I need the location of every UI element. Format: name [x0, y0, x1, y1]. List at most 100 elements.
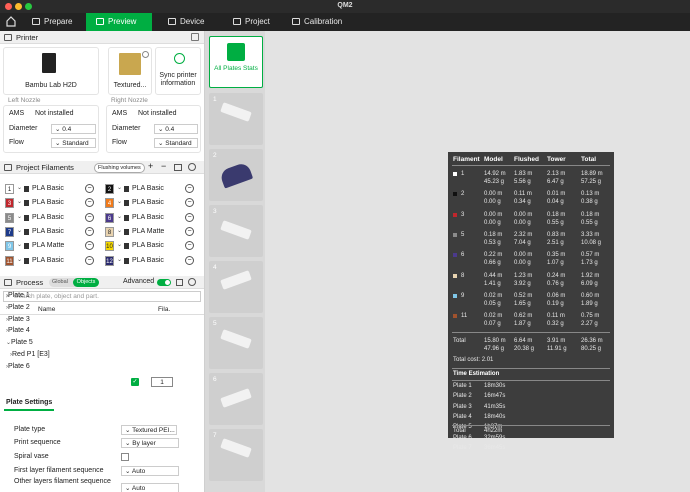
gear-icon[interactable]: [188, 163, 196, 171]
plate-thumbnail[interactable]: 4: [209, 261, 263, 313]
plate-thumbnail[interactable]: 7: [209, 429, 263, 481]
filament-row[interactable]: 2 ⌄ PLA Basic −: [103, 183, 199, 195]
plate-thumbnail[interactable]: 6: [209, 373, 263, 425]
filament-row[interactable]: 7 ⌄ PLA Basic −: [3, 226, 99, 238]
tree-plate-item[interactable]: ›Plate 6: [6, 363, 30, 370]
tab-calibration[interactable]: Calibration: [292, 13, 352, 31]
tab-preview[interactable]: Preview: [86, 13, 152, 31]
remove-filament-button[interactable]: −: [85, 255, 94, 265]
filament-row[interactable]: 11 ⌄ PLA Basic −: [3, 255, 99, 267]
filament-color-swatch[interactable]: 7: [5, 226, 14, 237]
process-toggle[interactable]: Global Objects: [49, 278, 99, 287]
printer-section-header[interactable]: Printer: [0, 31, 204, 44]
chevron-down-icon[interactable]: ⌄: [17, 184, 22, 191]
all-plates-stats-button[interactable]: All Plates Stats: [209, 36, 263, 88]
object-search-input[interactable]: ⌕ Search plate, object and part.: [3, 291, 201, 302]
filament-row[interactable]: 4 ⌄ PLA Basic −: [103, 197, 199, 209]
remove-filament-button[interactable]: −: [185, 212, 194, 222]
plate-setting-select[interactable]: ⌄ By layer: [121, 438, 179, 448]
plate-thumbnail[interactable]: 2: [209, 149, 263, 201]
advanced-toggle[interactable]: [157, 279, 171, 286]
filament-row[interactable]: 8 ⌄ PLA Matte −: [103, 226, 199, 238]
tab-device[interactable]: Device: [168, 13, 212, 31]
printer-card[interactable]: Bambu Lab H2D: [3, 47, 99, 95]
right-diameter-select[interactable]: ⌄ 0.4: [154, 124, 198, 134]
remove-filament-button[interactable]: −: [85, 241, 94, 251]
process-section-header[interactable]: Process Global Objects Advanced: [0, 276, 204, 289]
chevron-down-icon[interactable]: ⌄: [17, 198, 22, 205]
plate-setting-select[interactable]: ⌄ Textured PEI...: [121, 425, 177, 435]
filament-row[interactable]: 6 ⌄ PLA Basic −: [103, 212, 199, 224]
filament-row[interactable]: 12 ⌄ PLA Basic −: [103, 255, 199, 267]
plate-setting-select[interactable]: ⌄ Auto: [121, 483, 179, 492]
tab-project[interactable]: Project: [233, 13, 277, 31]
chevron-down-icon[interactable]: ⌄: [17, 241, 22, 248]
remove-filament-button[interactable]: −: [85, 212, 94, 222]
tree-plate-item[interactable]: ›Plate 2: [6, 304, 30, 311]
chevron-down-icon[interactable]: ⌄: [117, 213, 122, 220]
info-icon[interactable]: [142, 51, 149, 58]
chevron-down-icon[interactable]: ⌄: [17, 213, 22, 220]
filament-color-swatch[interactable]: 12: [105, 255, 114, 266]
remove-filament-button[interactable]: −: [85, 184, 94, 193]
filament-color-swatch[interactable]: 3: [5, 198, 14, 209]
remove-filament-button[interactable]: −: [85, 226, 94, 236]
remove-filament-button[interactable]: −: [185, 184, 194, 193]
filament-color-swatch[interactable]: 5: [5, 212, 14, 223]
object-checkbox[interactable]: ✓: [131, 378, 139, 386]
chevron-down-icon[interactable]: ⌄: [117, 241, 122, 248]
right-flow-select[interactable]: ⌄ Standard: [154, 138, 198, 148]
remove-filament-button[interactable]: −: [185, 241, 194, 251]
sync-ams-icon[interactable]: [174, 164, 182, 171]
tab-prepare[interactable]: Prepare: [32, 13, 76, 31]
filament-row[interactable]: 3 ⌄ PLA Basic −: [3, 197, 99, 209]
spiral-vase-checkbox[interactable]: [121, 453, 129, 461]
remove-icon[interactable]: −: [161, 161, 166, 171]
add-icon[interactable]: +: [148, 161, 153, 171]
chevron-down-icon[interactable]: ⌄: [117, 227, 122, 234]
plate-thumbnail[interactable]: 3: [209, 205, 263, 257]
tree-plate-item[interactable]: ›Plate 1: [6, 292, 30, 299]
filament-row[interactable]: 1 ⌄ PLA Basic −: [3, 183, 99, 195]
edit-printer-icon[interactable]: [191, 33, 199, 41]
filament-color-swatch[interactable]: 10: [105, 241, 114, 252]
remove-filament-button[interactable]: −: [185, 198, 194, 208]
filament-color-swatch[interactable]: 2: [105, 184, 114, 194]
filament-color-swatch[interactable]: 4: [105, 198, 114, 209]
remove-filament-button[interactable]: −: [85, 198, 94, 208]
filament-row[interactable]: 10 ⌄ PLA Basic −: [103, 240, 199, 252]
filament-color-swatch[interactable]: 11: [5, 255, 14, 266]
copy-icon[interactable]: [176, 279, 183, 286]
toggle-objects[interactable]: Objects: [73, 278, 99, 287]
plate-thumbnail[interactable]: 1: [209, 93, 263, 145]
tree-object-item[interactable]: ›Red P1 [E3]: [10, 351, 50, 358]
filament-row[interactable]: 5 ⌄ PLA Basic −: [3, 212, 99, 224]
filament-color-swatch[interactable]: 8: [105, 226, 114, 237]
remove-filament-button[interactable]: −: [185, 255, 194, 265]
tree-plate-item[interactable]: ⌄Plate 5: [6, 339, 33, 346]
tree-plate-item[interactable]: ›Plate 4: [6, 327, 30, 334]
remove-filament-button[interactable]: −: [185, 226, 194, 236]
left-flow-select[interactable]: ⌄ Standard: [51, 138, 96, 148]
filament-color-swatch[interactable]: 6: [105, 212, 114, 223]
filament-color-swatch[interactable]: 1: [5, 184, 14, 194]
flushing-volumes-button[interactable]: Flushing volumes: [94, 163, 145, 173]
plate-type-card[interactable]: Textured...: [108, 47, 152, 95]
object-filament-select[interactable]: 1: [151, 377, 173, 387]
plate-thumbnail[interactable]: 5: [209, 317, 263, 369]
sync-printer-button[interactable]: Sync printer information: [155, 47, 201, 95]
chevron-down-icon[interactable]: ⌄: [117, 256, 122, 263]
chevron-down-icon[interactable]: ⌄: [17, 227, 22, 234]
filament-color-swatch[interactable]: 9: [5, 241, 14, 252]
plate-setting-select[interactable]: ⌄ Auto: [121, 466, 179, 476]
chevron-down-icon[interactable]: ⌄: [17, 256, 22, 263]
filament-row[interactable]: 9 ⌄ PLA Matte −: [3, 240, 99, 252]
home-icon[interactable]: [6, 16, 16, 27]
chevron-down-icon[interactable]: ⌄: [117, 184, 122, 191]
toggle-global[interactable]: Global: [52, 278, 68, 287]
chevron-down-icon[interactable]: ⌄: [117, 198, 122, 205]
left-diameter-select[interactable]: ⌄ 0.4: [51, 124, 96, 134]
gear-icon[interactable]: [188, 278, 196, 286]
filaments-section-header[interactable]: Project Filaments Flushing volumes + −: [0, 161, 204, 174]
tree-plate-item[interactable]: ›Plate 3: [6, 316, 30, 323]
